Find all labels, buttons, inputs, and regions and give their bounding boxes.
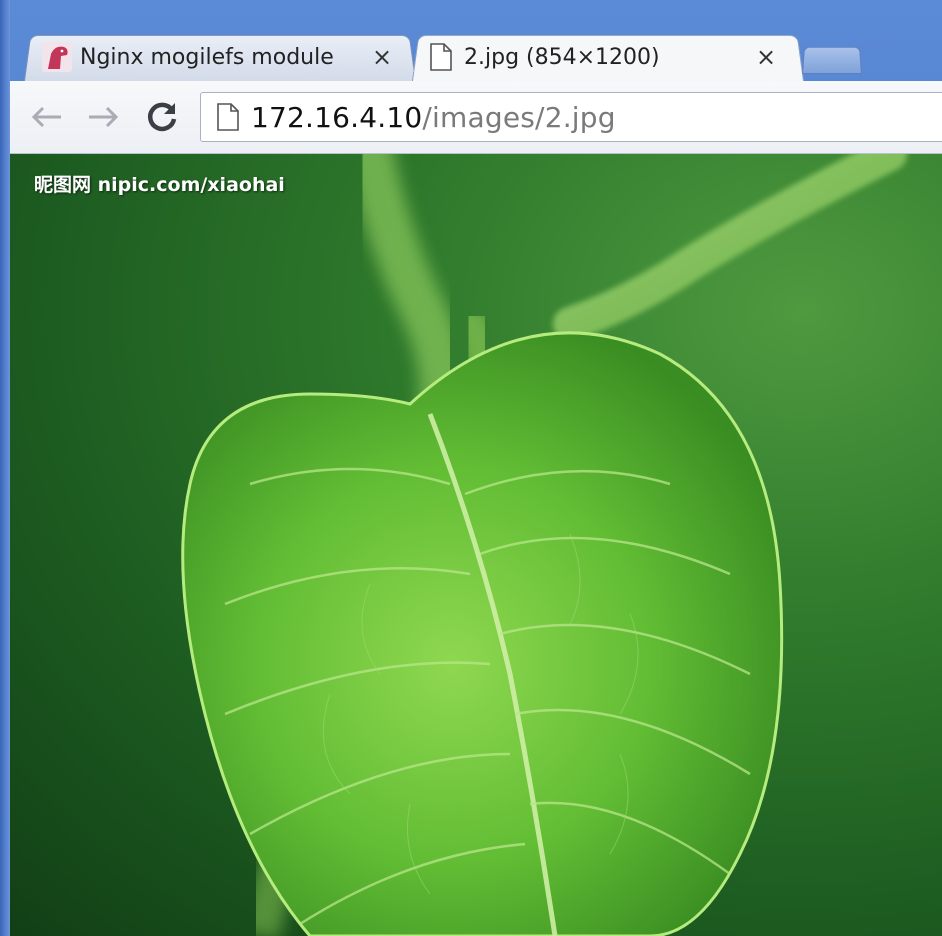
forward-arrow-icon (89, 106, 119, 128)
page-icon (217, 103, 239, 131)
image-viewport: 昵图网 nipic.com/xiaohai (10, 154, 942, 936)
tab-title: 2.jpg (854×1200) (464, 44, 660, 70)
image-watermark: 昵图网 nipic.com/xiaohai (34, 174, 285, 196)
tab-nginx-mogilefs[interactable]: Nginx mogilefs module × (24, 33, 416, 81)
back-arrow-icon (31, 106, 61, 128)
tab-title: Nginx mogilefs module (80, 44, 334, 70)
address-bar[interactable]: 172.16.4.10/images/2.jpg (200, 92, 942, 142)
reload-button[interactable] (142, 97, 182, 137)
tab-close-button[interactable]: × (756, 45, 776, 69)
url-host: 172.16.4.10 (251, 100, 423, 134)
tab-close-button[interactable]: × (372, 45, 392, 69)
new-tab-background (802, 46, 862, 74)
reload-icon (147, 102, 177, 132)
leaf-image (181, 154, 907, 936)
tab-strip: Nginx mogilefs module × 2.jpg (854×1200)… (10, 0, 942, 82)
back-button[interactable] (26, 97, 66, 137)
browser-toolbar: 172.16.4.10/images/2.jpg (10, 81, 942, 154)
forward-button[interactable] (84, 97, 124, 137)
url-path: /images/2.jpg (422, 100, 616, 134)
page-icon (430, 43, 452, 71)
new-tab-button[interactable] (802, 44, 862, 74)
nginx-favicon-icon (42, 42, 72, 72)
window-left-edge (0, 0, 10, 936)
tab-2-jpg[interactable]: 2.jpg (854×1200) × (412, 33, 804, 81)
